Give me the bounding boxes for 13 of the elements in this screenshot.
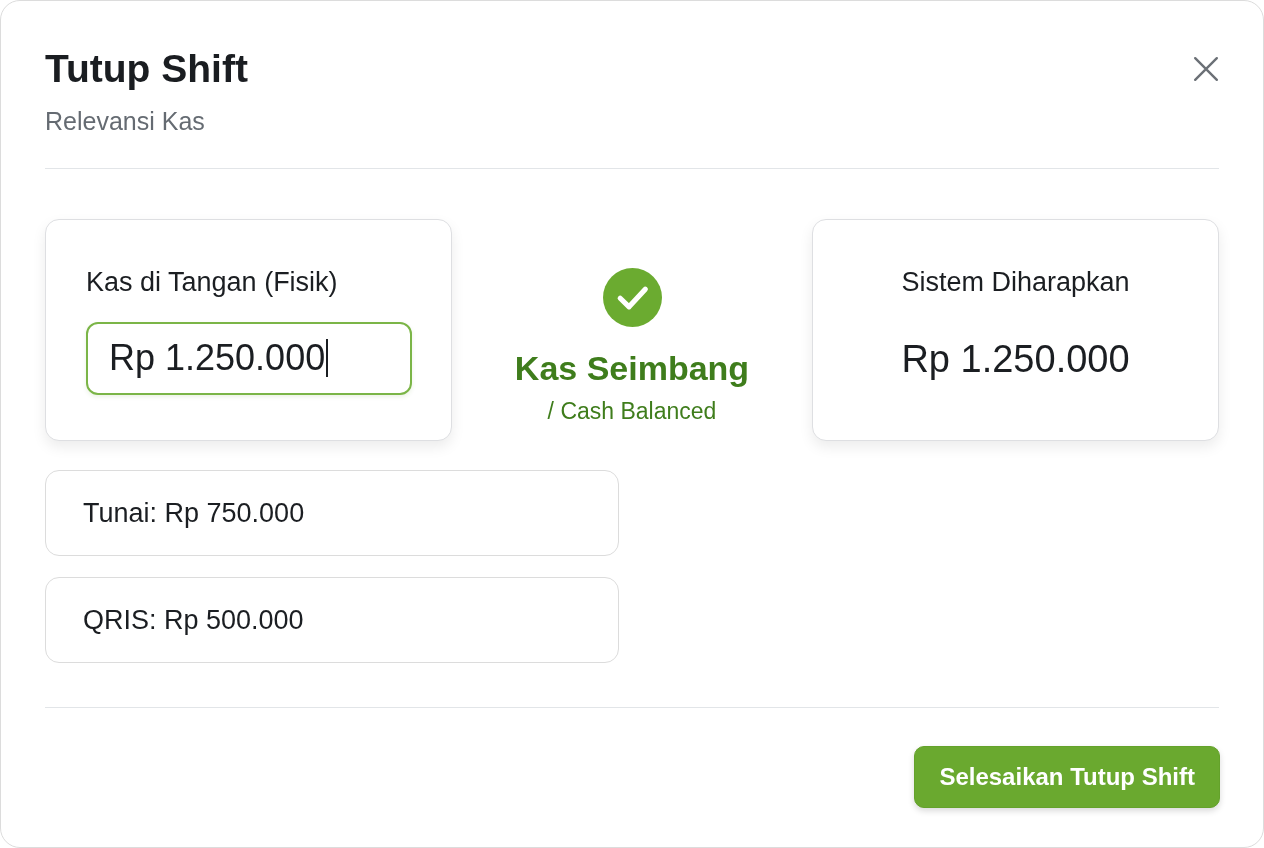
cash-input-field[interactable]: Rp 1.250.000 xyxy=(86,321,412,395)
text-cursor-icon xyxy=(326,339,329,378)
payment-summary-item: QRIS: Rp 500.000 xyxy=(45,577,619,664)
expected-amount-label: Sistem Diharapkan xyxy=(900,266,1131,299)
close-icon xyxy=(1193,56,1219,82)
balance-status-subtitle: / Cash Balanced xyxy=(547,398,717,426)
expected-amount-value: Rp 1.250.000 xyxy=(900,336,1131,382)
check-circle-icon xyxy=(602,268,662,328)
balance-status-title: Kas Seimbang xyxy=(514,348,750,390)
dialog-subtitle: Relevansi Kas xyxy=(45,105,206,137)
cash-in-hand-label: Kas di Tangan (Fisik) xyxy=(86,266,339,299)
dialog-title: Tutup Shift xyxy=(45,46,248,92)
payment-summary-item: Tunai: Rp 750.000 xyxy=(45,470,619,557)
